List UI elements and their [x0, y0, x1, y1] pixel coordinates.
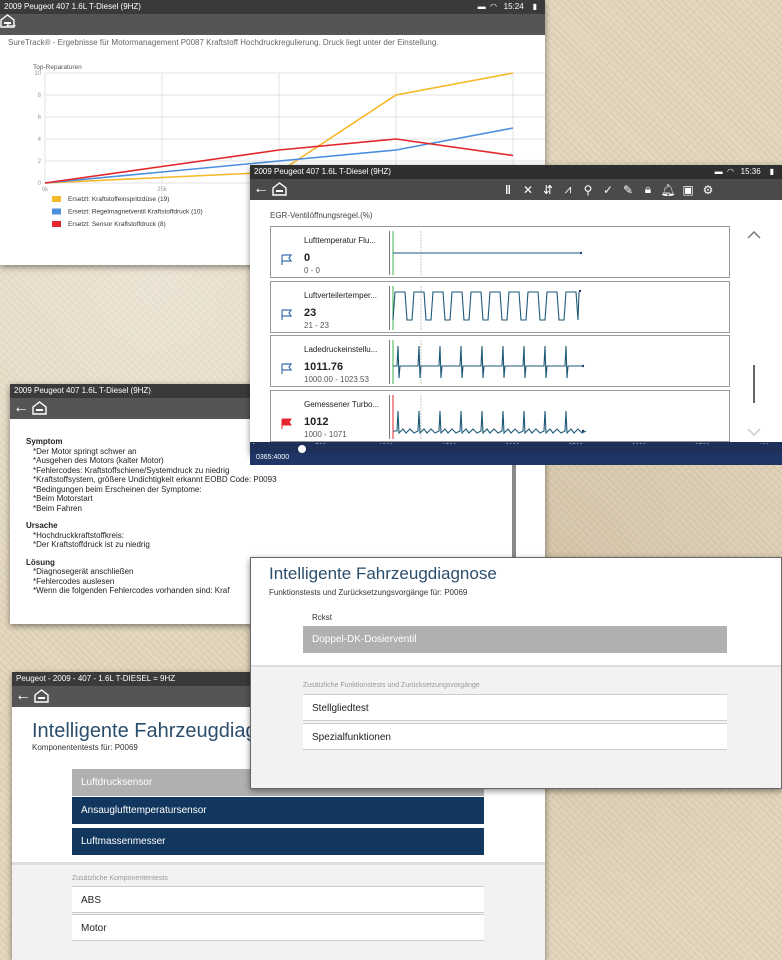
pid-name: Lufttemperatur Flu...: [304, 236, 377, 245]
pid-name: Ladedruckeinstellu...: [304, 345, 378, 354]
zoom-icon[interactable]: ⚲: [578, 183, 598, 197]
section-line: *Der Kraftstoffdruck ist zu niedrig: [33, 540, 150, 549]
scroll-down-icon[interactable]: [747, 428, 761, 437]
component-luftmassenmesser[interactable]: Luftmassenmesser: [72, 828, 484, 855]
legend-entry: Ersetzt: Kraftstoffeinspritzdüse (19): [68, 196, 169, 203]
vehicle-title: 2009 Peugeot 407 1.6L T-Diesel (9HZ): [254, 167, 391, 176]
section-line: *Beim Fahren: [33, 503, 82, 513]
pid-row[interactable]: Ladedruckeinstellu... 1011.76 1000.00 - 10…: [270, 335, 730, 387]
legend-swatch: [52, 221, 61, 227]
divider: [512, 465, 516, 557]
home-icon[interactable]: [272, 182, 287, 196]
lock-icon[interactable]: 🔒︎: [638, 182, 658, 197]
check-icon[interactable]: ✓: [598, 183, 618, 197]
ruler-bar: 0365:4000: [250, 453, 782, 465]
sort-icon[interactable]: ⇵: [538, 183, 558, 197]
y-tick-label: 10: [34, 71, 41, 77]
settings-icon[interactable]: ⚙: [698, 183, 718, 197]
chart-title: Top-Reparaturen: [33, 64, 82, 71]
pid-plot: [389, 231, 583, 275]
wifi-icon: ◠: [727, 167, 734, 176]
component-motor[interactable]: Motor: [72, 914, 484, 941]
extra-functions-header: Zusätzliche Funktionstests und Zurückset…: [303, 682, 480, 689]
function-doppel-dk-dosierventil[interactable]: Doppel-DK-Dosierventil: [303, 626, 727, 653]
legend-entry: Ersetzt: Sensor Kraftstoffdruck (8): [68, 221, 166, 228]
clock: 15:36: [740, 167, 761, 176]
status-bar: 2009 Peugeot 407 1.6L T-Diesel (9HZ) ▬ ◠…: [250, 165, 782, 179]
y-tick-label: 2: [38, 159, 42, 165]
section-line: *Beim Motorstart: [33, 494, 93, 503]
pid-name: Gemessener Turbo...: [304, 400, 380, 409]
section-line: *Hochdruckkraftstoffkreis:: [33, 530, 124, 540]
charging-icon: ▮: [769, 167, 774, 176]
blue-flag-icon[interactable]: [281, 309, 293, 321]
pid-range: 1000 - 1071: [304, 430, 347, 439]
component-abs[interactable]: ABS: [72, 886, 484, 913]
blue-flag-icon[interactable]: [281, 363, 293, 375]
function-tests-window: Intelligente Fahrzeugdiagnose Funktionst…: [250, 557, 782, 789]
pid-plot: [389, 395, 587, 439]
back-arrow-icon[interactable]: ←: [253, 180, 269, 198]
data-graph-window: 2009 Peugeot 407 1.6L T-Diesel (9HZ) ▬ ◠…: [250, 165, 782, 453]
battery-icon: ▬: [714, 167, 723, 176]
back-arrow-icon[interactable]: ←: [15, 687, 31, 705]
toolbar: ‖ ✕ ⇵ ⩘ ⚲ ✓ ✎ 🔒︎ 🔔︎ ▣ ⚙: [498, 179, 718, 200]
section-line: *Fehlercodes: Kraftstoffschiene/Systemdr…: [33, 465, 230, 475]
pid-value: 23: [304, 307, 317, 319]
pause-icon[interactable]: ‖: [498, 183, 518, 197]
scroll-controls: [740, 225, 770, 453]
function-stellgliedtest[interactable]: Stellgliedtest: [303, 694, 727, 721]
vehicle-title: 2009 Peugeot 407 1.6L T-Diesel (9HZ): [14, 386, 151, 395]
bell-icon[interactable]: 🔔︎: [658, 183, 678, 197]
close-icon[interactable]: ✕: [518, 183, 538, 197]
legend-entry: Ersetzt: Regelmagnetventil Kraftstoffdru…: [68, 209, 203, 216]
egr-label: EGR-Ventilöffnungsregel.(%): [270, 211, 373, 220]
pid-range: 21 - 23: [304, 321, 329, 330]
pid-value: 1012: [304, 416, 329, 428]
extra-components-header: Zusätzliche Komponententests: [72, 875, 168, 882]
x-tick-label: 25k: [157, 187, 168, 193]
y-tick-label: 6: [38, 115, 42, 121]
x-tick-label: 0k: [42, 187, 49, 193]
legend-swatch: [52, 196, 61, 202]
red-flag-icon[interactable]: [281, 418, 293, 430]
pid-row[interactable]: Luftverteilertemper... 23 21 - 23: [270, 281, 730, 333]
pid-value: 1011.76: [304, 361, 344, 373]
edit-icon[interactable]: ✎: [618, 183, 638, 197]
y-tick-label: 4: [38, 137, 42, 143]
legend-swatch: [52, 208, 61, 215]
page-subtitle: Komponententests für: P0069: [32, 743, 138, 752]
section-heading: Ursache: [26, 521, 58, 530]
ruler-knob[interactable]: [298, 445, 306, 453]
group-label: Rckst: [312, 613, 332, 622]
pid-value: 0: [304, 252, 311, 264]
vehicle-title: Peugeot - 2009 - 407 - 1.6L T-DIESEL = 9…: [16, 674, 176, 683]
section-line: *Kraftstoffsystem, größere Undichtigkeit…: [33, 475, 277, 484]
back-arrow-icon[interactable]: ←: [13, 399, 29, 417]
nav-bar: ← ‖ ✕ ⇵ ⩘ ⚲ ✓ ✎ 🔒︎ 🔔︎ ▣ ⚙: [250, 179, 782, 200]
pid-plot: [389, 286, 582, 330]
page-title: Intelligente Fahrzeugdiagnose: [269, 564, 497, 583]
blue-flag-icon[interactable]: [281, 254, 293, 266]
home-icon[interactable]: [32, 401, 47, 415]
pid-range: 0 - 0: [304, 266, 321, 275]
page-subtitle: Funktionstests und Zurücksetzungsvorgäng…: [269, 588, 468, 597]
pid-plot: [389, 340, 585, 384]
pid-range: 1000.00 - 1023.53: [304, 375, 369, 384]
graph-icon[interactable]: ⩘: [558, 182, 578, 197]
pid-name: Luftverteilertemper...: [304, 291, 377, 300]
scroll-up-icon[interactable]: [747, 230, 761, 239]
component-ansauglufttemperatursensor[interactable]: Ansauglufttemperatursensor: [72, 797, 484, 824]
y-tick-label: 8: [38, 93, 42, 99]
home-icon[interactable]: [34, 689, 49, 703]
ruler-position: 0365:4000: [256, 454, 290, 461]
section-line: *Bedingungen beim Erscheinen der Symptom…: [33, 484, 202, 494]
function-spezialfunktionen[interactable]: Spezialfunktionen: [303, 723, 727, 750]
pid-row[interactable]: Gemessener Turbo... 1012 1000 - 1071: [270, 390, 730, 442]
pid-row[interactable]: Lufttemperatur Flu... 0 0 - 0: [270, 226, 730, 278]
page-title: Intelligente Fahrzeugdiagn: [32, 720, 268, 742]
save-icon[interactable]: ▣: [678, 183, 698, 197]
